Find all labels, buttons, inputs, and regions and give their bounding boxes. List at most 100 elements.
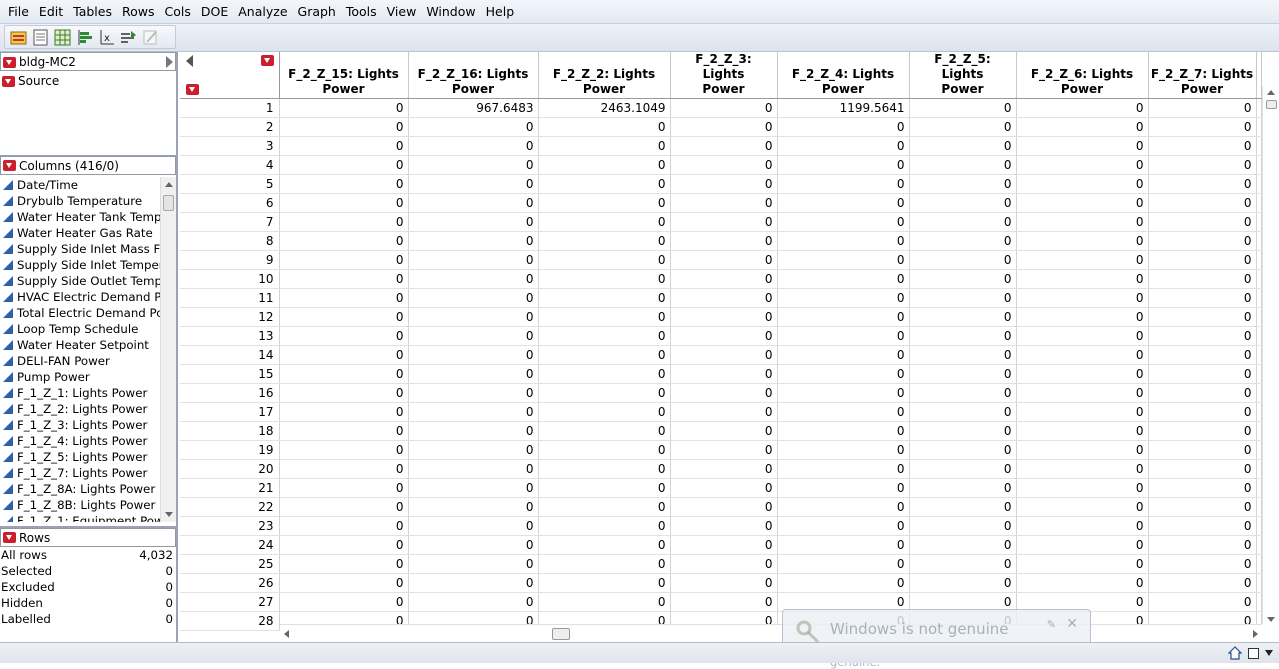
table-cell[interactable]: 0 (408, 117, 539, 137)
table-cell[interactable]: 0 (670, 231, 778, 251)
column-header[interactable]: F_2_Z_6: Lights Power (1016, 52, 1149, 99)
scroll-down-arrow-icon[interactable] (1267, 617, 1275, 622)
table-cell[interactable]: 0 (1016, 364, 1149, 384)
table-cell[interactable]: 0 (279, 440, 409, 460)
table-cell[interactable]: 0 (538, 516, 671, 536)
grid-horizontal-scrollbar[interactable] (280, 624, 1262, 642)
table-cell[interactable]: 0 (670, 478, 778, 498)
table-cell[interactable]: 0 (279, 269, 409, 289)
table-cell[interactable]: 0 (670, 421, 778, 441)
table-cell[interactable]: 0 (777, 402, 910, 422)
column-list-item[interactable]: Supply Side Outlet Temper (0, 273, 160, 289)
table-cell[interactable]: 0 (279, 573, 409, 593)
row-number[interactable]: 17 (180, 402, 280, 422)
table-cell[interactable]: 0 (1148, 174, 1257, 194)
row-number[interactable]: 2 (180, 117, 280, 137)
table-cell[interactable]: 0 (670, 516, 778, 536)
row-number[interactable]: 8 (180, 231, 280, 251)
table-row[interactable]: 21 0 0 0 0 0 0 0 0 (180, 478, 1262, 498)
table-cell[interactable]: 0 (909, 345, 1017, 365)
table-cell[interactable]: 0 (408, 250, 539, 270)
table-cell[interactable]: 0 (909, 307, 1017, 327)
table-cell[interactable]: 0 (1016, 307, 1149, 327)
table-cell[interactable]: 0 (670, 554, 778, 574)
table-cell[interactable]: 967.6483 (408, 98, 539, 118)
table-cell[interactable]: 0 (538, 535, 671, 555)
column-list-item[interactable]: Total Electric Demand Pow (0, 305, 160, 321)
row-number[interactable]: 23 (180, 516, 280, 536)
row-number[interactable]: 19 (180, 440, 280, 460)
column-list-item[interactable]: Date/Time (0, 177, 160, 193)
table-cell[interactable]: 0 (279, 212, 409, 232)
menu-doe[interactable]: DOE (197, 0, 232, 24)
table-cell[interactable]: 0 (538, 231, 671, 251)
table-cell[interactable]: 0 (1148, 155, 1257, 175)
table-row[interactable]: 1 0 967.6483 2463.1049 0 1199.5641 0 0 0 (180, 98, 1262, 118)
table-cell[interactable]: 0 (909, 421, 1017, 441)
table-cell[interactable]: 0 (538, 364, 671, 384)
table-cell[interactable]: 0 (279, 383, 409, 403)
table-cell[interactable]: 0 (538, 326, 671, 346)
table-cell[interactable]: 0 (777, 364, 910, 384)
table-cell[interactable]: 0 (777, 554, 910, 574)
formula-icon[interactable]: x (97, 28, 116, 47)
table-cell[interactable]: 0 (538, 193, 671, 213)
table-row[interactable]: 12 0 0 0 0 0 0 0 0 (180, 307, 1262, 327)
table-cell[interactable]: 0 (909, 573, 1017, 593)
table-cell[interactable]: 0 (538, 269, 671, 289)
column-list-item[interactable]: Drybulb Temperature (0, 193, 160, 209)
table-cell[interactable]: 0 (670, 345, 778, 365)
source-red-triangle-icon[interactable] (2, 75, 15, 87)
table-cell[interactable]: 1199.5641 (777, 98, 910, 118)
table-cell[interactable]: 0 (909, 535, 1017, 555)
table-row[interactable]: 27 0 0 0 0 0 0 0 0 (180, 592, 1262, 612)
table-cell[interactable]: 0 (538, 497, 671, 517)
table-cell[interactable]: 0 (279, 516, 409, 536)
table-cell[interactable]: 0 (670, 269, 778, 289)
table-cell[interactable]: 0 (538, 383, 671, 403)
table-corner[interactable] (180, 52, 280, 99)
table-cell[interactable]: 0 (408, 535, 539, 555)
table-cell[interactable]: 0 (1016, 497, 1149, 517)
column-header-partial[interactable] (1256, 52, 1262, 99)
menu-window[interactable]: Window (422, 0, 479, 24)
row-number[interactable]: 12 (180, 307, 280, 327)
table-row[interactable]: 700000000 (180, 212, 1262, 232)
scroll-left-arrow-icon[interactable] (284, 630, 289, 638)
table-cell[interactable]: 0 (408, 136, 539, 156)
table-cell[interactable]: 0 (1016, 516, 1149, 536)
table-cell[interactable]: 0 (279, 364, 409, 384)
table-cell[interactable]: 0 (408, 402, 539, 422)
table-cell[interactable]: 0 (777, 345, 910, 365)
table-cell[interactable]: 0 (1148, 193, 1257, 213)
table-cell[interactable]: 0 (777, 326, 910, 346)
row-number[interactable]: 25 (180, 554, 280, 574)
column-list-item[interactable]: F_1_Z_1: Equipment Power (0, 513, 160, 522)
table-cell[interactable]: 0 (279, 231, 409, 251)
table-row[interactable]: 11 0 0 0 0 0 0 0 0 (180, 288, 1262, 308)
table-cell[interactable]: 0 (408, 269, 539, 289)
table-cell[interactable]: 0 (279, 345, 409, 365)
table-cell[interactable]: 0 (909, 193, 1017, 213)
column-header[interactable]: F_2_Z_15: Lights Power (279, 52, 409, 99)
table-cell[interactable]: 0 (777, 573, 910, 593)
column-list-item[interactable]: HVAC Electric Demand Pov (0, 289, 160, 305)
menu-view[interactable]: View (383, 0, 421, 24)
table-cell[interactable]: 0 (670, 535, 778, 555)
table-cell[interactable]: 0 (1016, 193, 1149, 213)
row-number[interactable]: 10 (180, 269, 280, 289)
table-cell[interactable]: 0 (1148, 592, 1257, 612)
row-number[interactable]: 11 (180, 288, 280, 308)
table-cell[interactable]: 0 (777, 535, 910, 555)
expand-right-arrow-icon[interactable] (166, 56, 173, 68)
table-cell[interactable]: 0 (279, 98, 409, 118)
table-cell[interactable]: 0 (670, 174, 778, 194)
table-row[interactable]: 16 0 0 0 0 0 0 0 0 (180, 383, 1262, 403)
scroll-thumb[interactable] (1266, 100, 1277, 109)
row-number[interactable]: 15 (180, 364, 280, 384)
table-cell[interactable]: 0 (909, 383, 1017, 403)
column-header[interactable]: F_2_Z_16: Lights Power (408, 52, 539, 99)
table-cell[interactable]: 0 (909, 326, 1017, 346)
table-cell[interactable]: 0 (909, 250, 1017, 270)
row-number[interactable]: 13 (180, 326, 280, 346)
